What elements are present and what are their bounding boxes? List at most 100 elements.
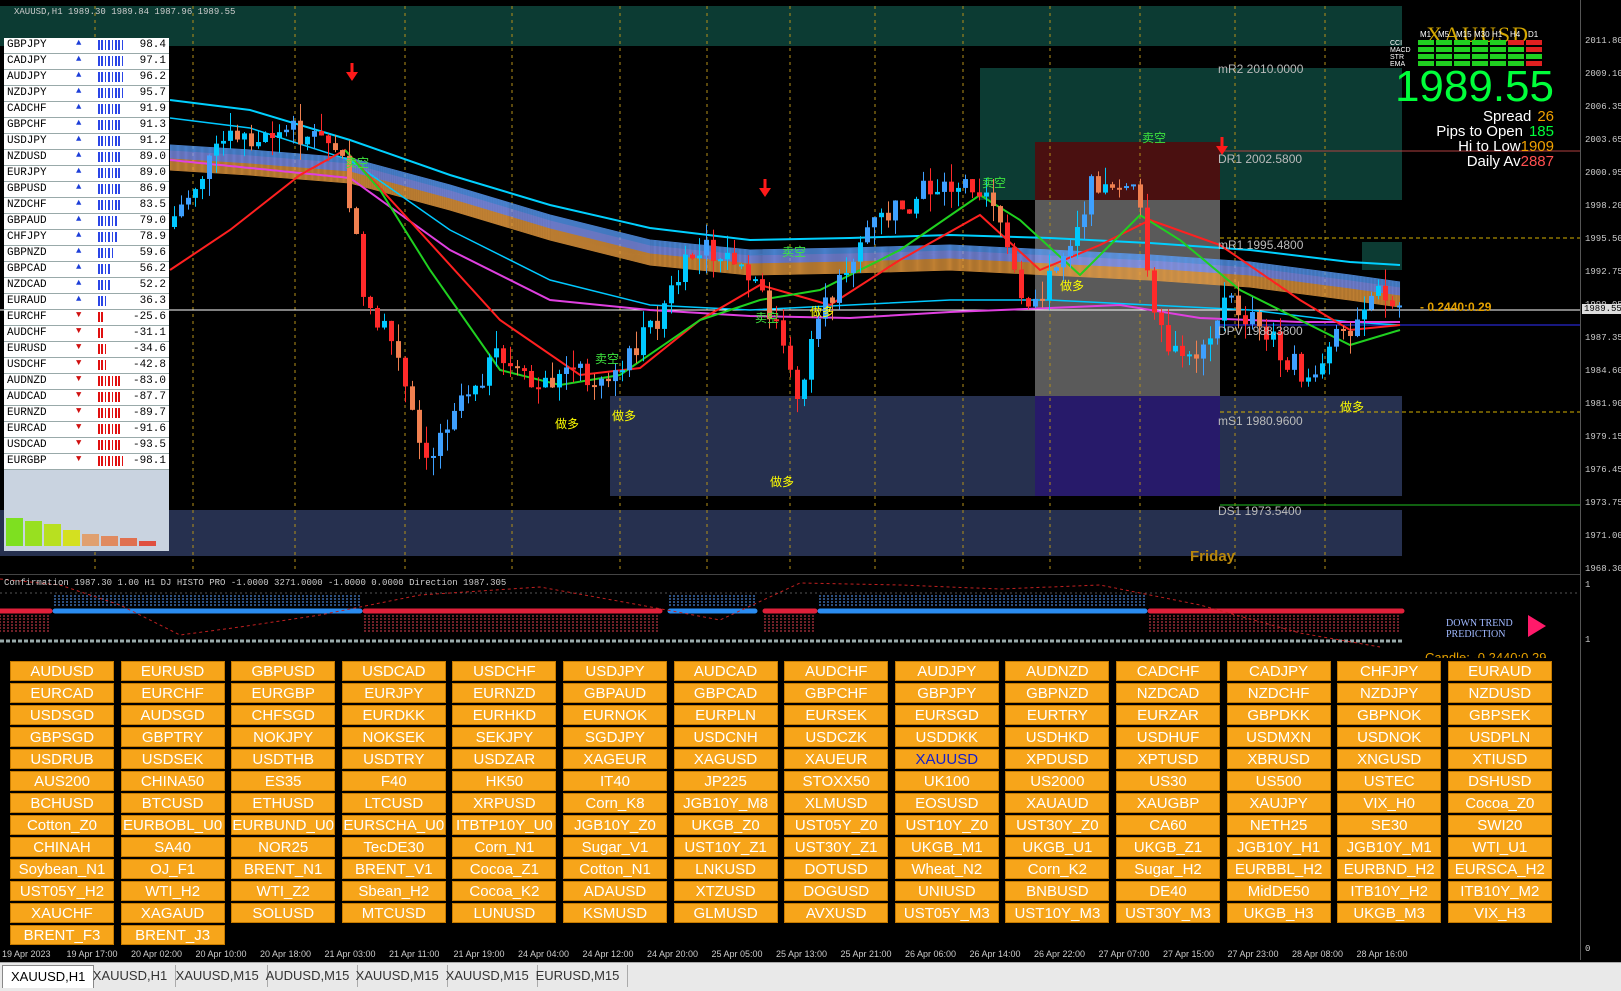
- symbol-button-ust05y_m3[interactable]: UST05Y_M3: [894, 903, 999, 923]
- symbol-button-noksek[interactable]: NOKSEK: [341, 727, 446, 747]
- symbol-button-ukgb_z0[interactable]: UKGB_Z0: [673, 815, 778, 835]
- symbol-button-eurscha_u0[interactable]: EURSCHA_U0: [341, 815, 446, 835]
- symbol-button-xrpusd[interactable]: XRPUSD: [452, 793, 557, 813]
- symbol-button-xaugbp[interactable]: XAUGBP: [1116, 793, 1220, 813]
- symbol-button-us2000[interactable]: US2000: [1005, 771, 1110, 791]
- symbol-button-usdchf[interactable]: USDCHF: [452, 661, 557, 681]
- symbol-button-gbpchf[interactable]: GBPCHF: [784, 683, 889, 703]
- symbol-button-ust10y_z0[interactable]: UST10Y_Z0: [894, 815, 999, 835]
- symbol-button-jgb10y_z0[interactable]: JGB10Y_Z0: [563, 815, 667, 835]
- symbol-button-eurchf[interactable]: EURCHF: [120, 683, 225, 703]
- symbol-button-nor25[interactable]: NOR25: [231, 837, 336, 857]
- symbol-button-aus200[interactable]: AUS200: [10, 771, 114, 791]
- symbol-button-ust05y_h2[interactable]: UST05Y_H2: [10, 881, 114, 901]
- symbol-button-itb10y_h2[interactable]: ITB10Y_H2: [1337, 881, 1442, 901]
- symbol-button-eosusd[interactable]: EOSUSD: [894, 793, 999, 813]
- symbol-button-it40[interactable]: IT40: [563, 771, 667, 791]
- symbol-button-usdnok[interactable]: USDNOK: [1337, 727, 1442, 747]
- symbol-button-eurzar[interactable]: EURZAR: [1116, 705, 1220, 725]
- symbol-button-dogusd[interactable]: DOGUSD: [784, 881, 889, 901]
- symbol-button-usdthb[interactable]: USDTHB: [231, 749, 336, 769]
- symbol-button-btcusd[interactable]: BTCUSD: [120, 793, 225, 813]
- symbol-button-wti_u1[interactable]: WTI_U1: [1447, 837, 1552, 857]
- symbol-button-china50[interactable]: CHINA50: [120, 771, 225, 791]
- symbol-button-xaujpy[interactable]: XAUJPY: [1226, 793, 1331, 813]
- symbol-button-ukgb_m3[interactable]: UKGB_M3: [1337, 903, 1442, 923]
- symbol-button-uk100[interactable]: UK100: [894, 771, 999, 791]
- symbol-button-glmusd[interactable]: GLMUSD: [673, 903, 778, 923]
- symbol-button-usdtry[interactable]: USDTRY: [341, 749, 446, 769]
- symbol-button-se30[interactable]: SE30: [1337, 815, 1442, 835]
- symbol-button-audcad[interactable]: AUDCAD: [673, 661, 778, 681]
- symbol-button-xagaud[interactable]: XAGAUD: [120, 903, 225, 923]
- symbol-button-jgb10y_m8[interactable]: JGB10Y_M8: [673, 793, 778, 813]
- symbol-button-ukgb_m1[interactable]: UKGB_M1: [894, 837, 999, 857]
- symbol-button-gbpdkk[interactable]: GBPDKK: [1226, 705, 1331, 725]
- symbol-button-dshusd[interactable]: DSHUSD: [1447, 771, 1552, 791]
- symbol-button-brent_n1[interactable]: BRENT_N1: [231, 859, 336, 879]
- symbol-button-eurpln[interactable]: EURPLN: [673, 705, 778, 725]
- symbol-button-audjpy[interactable]: AUDJPY: [894, 661, 999, 681]
- symbol-button-usdcnh[interactable]: USDCNH: [673, 727, 778, 747]
- chart-tab[interactable]: XAUUSD,M15: [438, 965, 538, 987]
- symbol-button-wti_h2[interactable]: WTI_H2: [120, 881, 225, 901]
- symbol-button-de40[interactable]: DE40: [1116, 881, 1220, 901]
- symbol-button-eurcad[interactable]: EURCAD: [10, 683, 114, 703]
- symbol-button-bnbusd[interactable]: BNBUSD: [1005, 881, 1110, 901]
- symbol-button-cadchf[interactable]: CADCHF: [1116, 661, 1220, 681]
- symbol-button-usdjpy[interactable]: USDJPY: [563, 661, 667, 681]
- symbol-button-solusd[interactable]: SOLUSD: [231, 903, 336, 923]
- symbol-button-ust05y_z0[interactable]: UST05Y_Z0: [784, 815, 889, 835]
- price-axis[interactable]: 2011.80 2009.10 2006.35 2003.65 2000.95 1998.…: [1580, 0, 1621, 960]
- symbol-button-eursgd[interactable]: EURSGD: [894, 705, 999, 725]
- symbol-button-sa40[interactable]: SA40: [120, 837, 225, 857]
- symbol-button-usddkk[interactable]: USDDKK: [894, 727, 999, 747]
- symbol-button-es35[interactable]: ES35: [231, 771, 336, 791]
- chart-tab[interactable]: XAUUSD,H1: [2, 965, 95, 988]
- symbol-button-eurbobl_u0[interactable]: EURBOBL_U0: [120, 815, 225, 835]
- symbol-button-eurjpy[interactable]: EURJPY: [341, 683, 446, 703]
- symbol-button-corn_k2[interactable]: Corn_K2: [1005, 859, 1110, 879]
- symbol-button-xbrusd[interactable]: XBRUSD: [1226, 749, 1331, 769]
- symbol-button-eurdkk[interactable]: EURDKK: [341, 705, 446, 725]
- symbol-button-ukgb_u1[interactable]: UKGB_U1: [1005, 837, 1110, 857]
- symbol-button-brent_v1[interactable]: BRENT_V1: [341, 859, 446, 879]
- symbol-button-ust30y_m3[interactable]: UST30Y_M3: [1116, 903, 1220, 923]
- symbol-button-usdsgd[interactable]: USDSGD: [10, 705, 114, 725]
- symbol-button-nokjpy[interactable]: NOKJPY: [231, 727, 336, 747]
- symbol-button-usdsek[interactable]: USDSEK: [120, 749, 225, 769]
- symbol-button-ust30y_z1[interactable]: UST30Y_Z1: [784, 837, 889, 857]
- symbol-button-adausd[interactable]: ADAUSD: [563, 881, 667, 901]
- symbol-button-gbpsgd[interactable]: GBPSGD: [10, 727, 114, 747]
- symbol-button-sekjpy[interactable]: SEKJPY: [452, 727, 557, 747]
- symbol-button-wti_z2[interactable]: WTI_Z2: [231, 881, 336, 901]
- symbol-button-dotusd[interactable]: DOTUSD: [784, 859, 889, 879]
- symbol-button-ethusd[interactable]: ETHUSD: [231, 793, 336, 813]
- symbol-button-ust10y_m3[interactable]: UST10Y_M3: [1005, 903, 1110, 923]
- symbol-button-wheat_n2[interactable]: Wheat_N2: [894, 859, 999, 879]
- symbol-button-audsgd[interactable]: AUDSGD: [120, 705, 225, 725]
- confirmation-oscillator[interactable]: Confirmation 1987.30 1.00 H1 DJ HISTO PR…: [0, 574, 1580, 659]
- symbol-button-ust30y_z0[interactable]: UST30Y_Z0: [1005, 815, 1110, 835]
- symbol-button-eurusd[interactable]: EURUSD: [120, 661, 225, 681]
- symbol-button-eurnok[interactable]: EURNOK: [563, 705, 667, 725]
- symbol-button-eurbnd_h2[interactable]: EURBND_H2: [1337, 859, 1442, 879]
- symbol-button-ustec[interactable]: USTEC: [1337, 771, 1442, 791]
- price-chart[interactable]: XAUUSD,H1 1989.30 1989.84 1987.96 1989.5…: [0, 0, 1580, 582]
- symbol-button-sbean_h2[interactable]: Sbean_H2: [341, 881, 446, 901]
- symbol-button-bchusd[interactable]: BCHUSD: [10, 793, 114, 813]
- symbol-button-eurhkd[interactable]: EURHKD: [452, 705, 557, 725]
- symbol-button-jgb10y_h1[interactable]: JGB10Y_H1: [1226, 837, 1331, 857]
- symbol-button-cotton_z0[interactable]: Cotton_Z0: [10, 815, 114, 835]
- symbol-button-itb10y_m2[interactable]: ITB10Y_M2: [1447, 881, 1552, 901]
- symbol-button-ust10y_z1[interactable]: UST10Y_Z1: [673, 837, 778, 857]
- symbol-button-usdczk[interactable]: USDCZK: [784, 727, 889, 747]
- symbol-button-usdhkd[interactable]: USDHKD: [1005, 727, 1110, 747]
- symbol-button-sgdjpy[interactable]: SGDJPY: [563, 727, 667, 747]
- symbol-button-xageur[interactable]: XAGEUR: [563, 749, 667, 769]
- symbol-button-tecde30[interactable]: TecDE30: [341, 837, 446, 857]
- symbol-button-audnzd[interactable]: AUDNZD: [1005, 661, 1110, 681]
- symbol-button-xtzusd[interactable]: XTZUSD: [673, 881, 778, 901]
- symbol-button-usdmxn[interactable]: USDMXN: [1226, 727, 1331, 747]
- symbol-button-neth25[interactable]: NETH25: [1226, 815, 1331, 835]
